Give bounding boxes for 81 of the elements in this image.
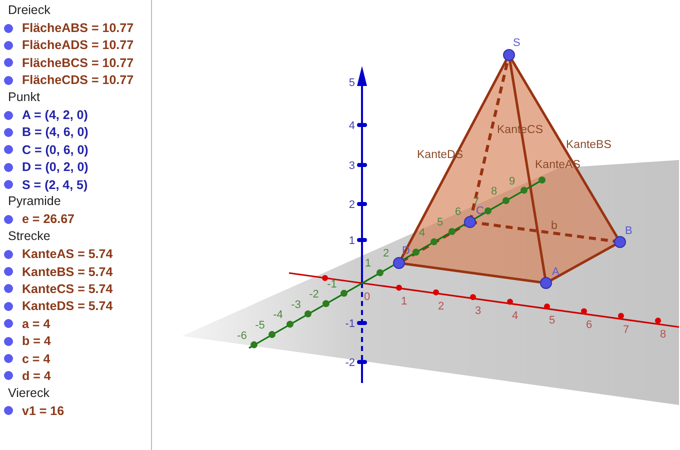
visibility-dot[interactable] <box>4 302 13 311</box>
tick-label: 8 <box>490 186 498 198</box>
algebra-entry[interactable]: FlächeABS = 10.77 <box>22 21 134 36</box>
point-label: S <box>513 37 520 49</box>
algebra-entry[interactable]: v1 = 16 <box>22 404 64 418</box>
visibility-dot[interactable] <box>4 354 13 363</box>
visibility-dot[interactable] <box>4 214 13 224</box>
tick-label: 4 <box>512 310 518 322</box>
tick-label: 7 <box>472 196 480 208</box>
tick-label: -5 <box>255 320 265 332</box>
point-label: D <box>402 245 410 257</box>
visibility-dot[interactable] <box>4 250 13 259</box>
tick-label: 1 <box>364 258 372 270</box>
visibility-dot[interactable] <box>4 180 13 190</box>
tick-label: 1 <box>401 296 408 308</box>
algebra-entry[interactable]: KanteAS = 5.74 <box>22 247 113 262</box>
group-header[interactable]: Pyramide <box>0 193 61 211</box>
algebra-entry[interactable]: D = (0, 2, 0) <box>22 160 88 174</box>
visibility-dot[interactable] <box>4 371 13 380</box>
group-header[interactable]: Viereck <box>0 384 50 402</box>
tick-label: 7 <box>623 324 630 336</box>
tick-label: -4 <box>273 309 283 322</box>
edge-label: KanteBS <box>566 139 612 151</box>
visibility-dot[interactable] <box>4 128 13 137</box>
algebra-entry[interactable]: d = 4 <box>22 368 51 383</box>
tick-label: 8 <box>660 328 666 341</box>
visibility-dot[interactable] <box>4 24 13 33</box>
visibility-dot[interactable] <box>4 336 13 346</box>
algebra-entry[interactable]: C = (0, 6, 0) <box>22 142 88 157</box>
tick-label: 2 <box>348 199 355 211</box>
visibility-dot[interactable] <box>4 406 13 416</box>
visibility-dot[interactable] <box>4 58 13 68</box>
point[interactable] <box>503 49 515 61</box>
algebra-entry[interactable]: A = (4, 2, 0) <box>22 108 88 122</box>
tick-label: -2 <box>309 288 319 301</box>
algebra-entry[interactable]: FlächeADS = 10.77 <box>22 38 134 52</box>
algebra-entry[interactable]: KanteCS = 5.74 <box>22 282 113 296</box>
algebra-entry[interactable]: a = 4 <box>22 316 50 331</box>
visibility-dot[interactable] <box>4 319 13 328</box>
tick-label: 5 <box>436 216 444 228</box>
visibility-dot[interactable] <box>4 267 13 276</box>
group-header[interactable]: Punkt <box>0 88 40 106</box>
tick-label: 3 <box>348 160 355 172</box>
point-label: A <box>552 266 560 278</box>
tick-label: -2 <box>345 357 355 369</box>
visibility-dot[interactable] <box>4 162 13 172</box>
algebra-entry[interactable]: b = 4 <box>22 334 51 348</box>
group-header[interactable]: Strecke <box>0 228 50 246</box>
visibility-dot[interactable] <box>4 110 13 120</box>
tick-label: 1 <box>348 235 355 247</box>
tick-label: 4 <box>348 120 355 132</box>
tick-label: 3 <box>475 305 482 318</box>
tick-label: 0 <box>364 291 370 303</box>
algebra-entry[interactable]: FlächeBCS = 10.77 <box>22 56 134 70</box>
tick-label: 5 <box>549 314 556 326</box>
visibility-dot[interactable] <box>4 40 13 50</box>
algebra-entry[interactable]: KanteDS = 5.74 <box>22 299 113 314</box>
algebra-entry[interactable]: B = (4, 6, 0) <box>22 125 88 140</box>
edge-label: b <box>551 220 558 232</box>
algebra-entry[interactable]: S = (2, 4, 5) <box>22 178 88 192</box>
tick-label: 5 <box>348 77 355 89</box>
tick-label: 2 <box>438 300 444 312</box>
visibility-dot[interactable] <box>4 76 13 85</box>
tick-label: -1 <box>327 278 337 290</box>
tick-label: -1 <box>345 318 355 330</box>
algebra-entry[interactable]: e = 26.67 <box>22 212 74 226</box>
tick-label: 6 <box>586 319 592 332</box>
algebra-entry[interactable]: c = 4 <box>22 352 50 366</box>
algebra-entry[interactable]: FlächeCDS = 10.77 <box>22 73 134 88</box>
algebra-entry[interactable]: KanteBS = 5.74 <box>22 264 113 279</box>
visibility-dot[interactable] <box>4 284 13 294</box>
point-label: B <box>625 225 632 237</box>
point-label: C <box>476 205 484 217</box>
group-header[interactable]: Dreieck <box>0 2 50 20</box>
tick-label: -6 <box>237 330 247 342</box>
tick-label: 2 <box>382 247 390 260</box>
tick-label: 6 <box>454 206 462 218</box>
visibility-dot[interactable] <box>4 145 13 154</box>
tick-label: -3 <box>291 298 301 311</box>
tick-label: 9 <box>508 175 516 188</box>
tick-label: 4 <box>418 226 426 239</box>
